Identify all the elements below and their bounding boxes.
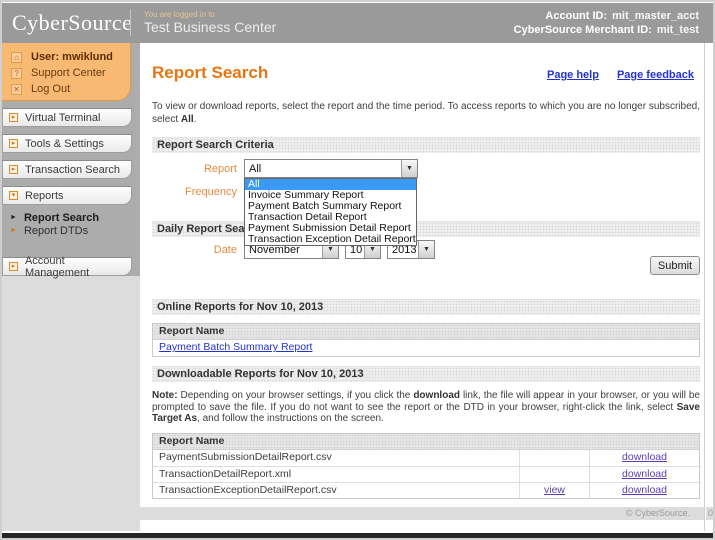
report-search-form: Report All ▼ Frequency ▼ Daily Report Se…: [152, 153, 700, 299]
window-bottom-bar: [2, 533, 713, 539]
note-bold-download: download: [413, 390, 460, 401]
browser-window: CyberSource You are logged in to Test Bu…: [0, 0, 715, 540]
intro-bold: All: [181, 114, 194, 125]
section-online-reports: Online Reports for Nov 10, 2013: [152, 299, 700, 315]
menu-expand-icon: ▸: [9, 165, 18, 174]
footer-page-code: 01: [706, 507, 715, 520]
table-row: TransactionDetailReport.xml download: [153, 466, 699, 482]
page-feedback-link[interactable]: Page feedback: [617, 69, 694, 81]
table-header-report-name: Report Name: [153, 434, 519, 449]
menu-label: Transaction Search: [25, 164, 120, 176]
intro-period: .: [194, 114, 197, 125]
sidebar-item-report-search[interactable]: ► Report Search: [2, 211, 140, 224]
merchant-id-value: mit_test: [652, 24, 699, 36]
home-icon: ⌂: [11, 52, 22, 63]
intro-segment: To view or download reports, select the …: [152, 101, 700, 125]
intro-text: To view or download reports, select the …: [152, 100, 700, 126]
menu-collapse-icon: ▾: [9, 191, 18, 200]
date-label: Date: [152, 244, 237, 256]
download-note: Note: Depending on your browser settings…: [152, 390, 700, 425]
menu-expand-icon: ▸: [9, 262, 18, 271]
dropdown-arrow-icon[interactable]: ▼: [401, 160, 417, 177]
submenu-label: Report Search: [24, 212, 99, 224]
download-link[interactable]: download: [622, 468, 667, 480]
account-id-label: Account ID:: [545, 10, 607, 22]
support-label: Support Center: [31, 67, 106, 79]
table-row: TransactionExceptionDetailReport.csv vie…: [153, 482, 699, 498]
user-panel: ⌂ User: mwiklund ? Support Center ✕ Log Out: [2, 43, 131, 101]
top-header: CyberSource You are logged in to Test Bu…: [2, 3, 713, 43]
report-file-name: PaymentSubmissionDetailReport.csv: [153, 450, 519, 466]
footer-bar: © CyberSource.: [17, 507, 704, 520]
sidebar-item-reports[interactable]: ▾ Reports: [2, 186, 132, 205]
submit-button[interactable]: Submit: [650, 256, 700, 275]
arrow-bullet-icon: ►: [10, 227, 17, 234]
cybersource-logo: CyberSource: [12, 10, 132, 36]
note-segment: Depending on your browser settings, if y…: [178, 390, 414, 401]
table-row: PaymentSubmissionDetailReport.csv downlo…: [153, 450, 699, 466]
report-select-value: All: [249, 163, 261, 175]
sidebar-item-log-out[interactable]: ✕ Log Out: [2, 81, 130, 97]
sidebar-item-user[interactable]: ⌂ User: mwiklund: [2, 49, 130, 65]
note-label: Note:: [152, 390, 178, 401]
logged-in-label: You are logged in to: [144, 10, 215, 19]
logout-icon: ✕: [11, 84, 22, 95]
account-id-value: mit_master_acct: [607, 10, 699, 22]
sidebar-item-transaction-search[interactable]: ▸ Transaction Search: [2, 160, 132, 179]
main-content: Report Search Page helpPage feedback To …: [142, 43, 704, 531]
online-reports-table: Report Name Payment Batch Summary Report: [152, 323, 700, 357]
dropdown-arrow-icon[interactable]: ▼: [418, 241, 434, 258]
sidebar-item-report-dtds[interactable]: ► Report DTDs: [2, 224, 140, 237]
sidebar-item-virtual-terminal[interactable]: ▸ Virtual Terminal: [2, 108, 132, 127]
sidebar-item-account-management[interactable]: ▸ Account Management: [2, 257, 132, 276]
note-segment: , and follow the instructions on the scr…: [197, 413, 384, 424]
app-name: Test Business Center: [144, 19, 276, 35]
table-header-report-name: Report Name: [153, 324, 699, 340]
submenu-label: Report DTDs: [24, 225, 88, 237]
section-report-search-criteria: Report Search Criteria: [152, 137, 700, 153]
report-select[interactable]: All ▼: [244, 159, 418, 178]
dropdown-option-transaction-exception-detail[interactable]: Transaction Exception Detail Report: [245, 234, 416, 245]
download-link[interactable]: download: [622, 451, 667, 463]
menu-label: Tools & Settings: [25, 138, 104, 150]
account-info: Account ID:mit_master_acct CyberSource M…: [514, 9, 699, 37]
user-label: User: mwiklund: [31, 51, 113, 63]
section-downloadable-reports: Downloadable Reports for Nov 10, 2013: [152, 366, 700, 382]
page-help-link[interactable]: Page help: [547, 69, 599, 81]
report-dropdown-list: All Invoice Summary Report Payment Batch…: [244, 178, 417, 246]
report-file-name: TransactionDetailReport.xml: [153, 467, 519, 482]
header-divider: [130, 9, 131, 36]
menu-expand-icon: ▸: [9, 113, 18, 122]
merchant-id-label: CyberSource Merchant ID:: [514, 24, 652, 36]
sidebar-item-tools-settings[interactable]: ▸ Tools & Settings: [2, 134, 132, 153]
payment-batch-summary-report-link[interactable]: Payment Batch Summary Report: [159, 341, 312, 353]
sidebar: ⌂ User: mwiklund ? Support Center ✕ Log Out…: [2, 43, 140, 531]
reports-submenu: ► Report Search ► Report DTDs: [2, 205, 140, 241]
menu-label: Reports: [25, 190, 64, 202]
table-row: Payment Batch Summary Report: [153, 340, 699, 356]
sidebar-item-support-center[interactable]: ? Support Center: [2, 65, 130, 81]
report-label: Report: [152, 163, 237, 175]
download-link[interactable]: download: [622, 484, 667, 496]
help-icon: ?: [11, 68, 22, 79]
menu-label: Account Management: [25, 255, 131, 279]
report-row: Report All ▼: [152, 159, 418, 178]
page-links: Page help Page feedback: [529, 69, 694, 81]
downloadable-reports-table: Report Name PaymentSubmissionDetailRepor…: [152, 433, 700, 499]
logout-label: Log Out: [31, 83, 70, 95]
menu-label: Virtual Terminal: [25, 112, 100, 124]
content-right-border: [704, 43, 705, 531]
view-link[interactable]: view: [544, 484, 565, 496]
section-daily-report-search: Daily Report Search: [152, 221, 700, 237]
menu-expand-icon: ▸: [9, 139, 18, 148]
frequency-label: Frequency: [152, 186, 237, 198]
table-header-row: Report Name: [153, 434, 699, 450]
report-file-name: TransactionExceptionDetailReport.csv: [153, 483, 519, 498]
arrow-bullet-icon: ►: [10, 214, 17, 221]
